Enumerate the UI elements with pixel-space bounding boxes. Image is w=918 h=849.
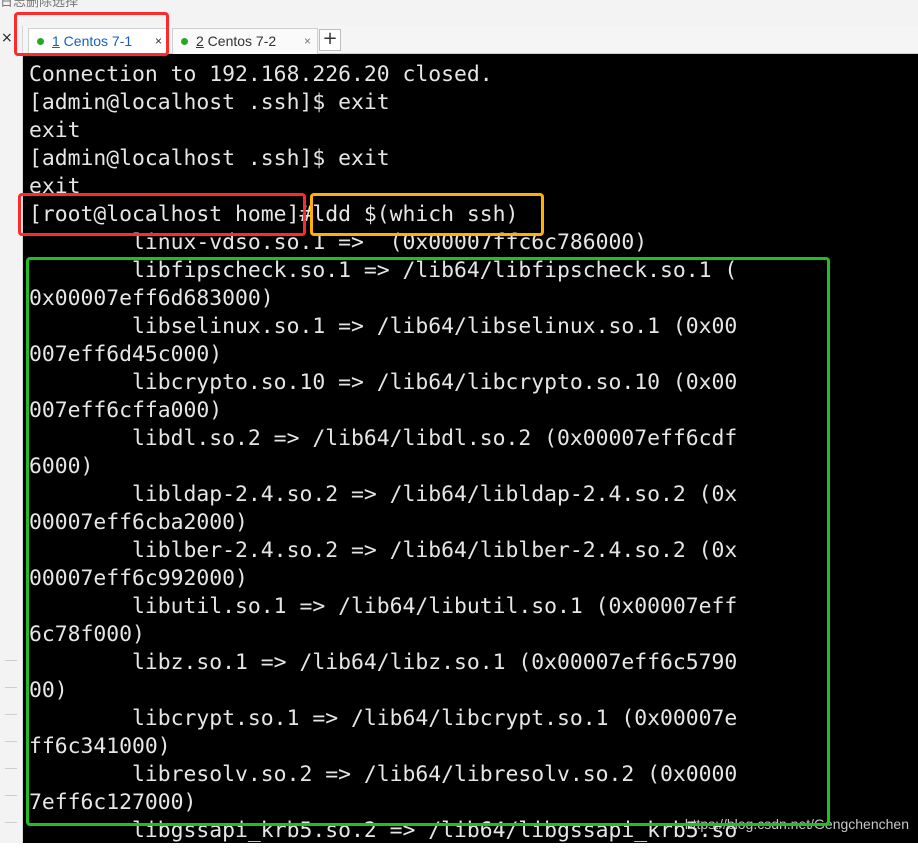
tab-centos-7-1[interactable]: 1 Centos 7-1 ×: [28, 28, 169, 54]
tab-centos-7-2[interactable]: 2 Centos 7-2 ×: [172, 28, 318, 54]
terminal-line: 00): [29, 678, 68, 703]
terminal-line: libfipscheck.so.1 => /lib64/libfipscheck…: [29, 258, 738, 283]
ldd-command: #ldd $(which ssh): [299, 202, 519, 227]
terminal-line: exit: [29, 118, 81, 143]
terminal-line: libgssapi_krb5.so.2 => /lib64/libgssapi_…: [29, 818, 738, 843]
terminal-line: liblber-2.4.so.2 => /lib64/liblber-2.4.s…: [29, 538, 738, 563]
terminal-line: Connection to 192.168.226.20 closed.: [29, 62, 493, 87]
root-prompt: [root@localhost home]: [29, 202, 300, 227]
terminal-line: [admin@localhost .ssh]$ exit: [29, 90, 390, 115]
terminal-line: libresolv.so.2 => /lib64/libresolv.so.2 …: [29, 762, 738, 787]
connected-status-icon: [37, 38, 44, 45]
terminal-line: 007eff6d45c000): [29, 342, 223, 367]
command-line: [root@localhost home]#ldd $(which ssh): [29, 201, 737, 229]
terminal-line: libselinux.so.1 => /lib64/libselinux.so.…: [29, 314, 738, 339]
terminal-line: ff6c341000): [29, 734, 171, 759]
close-icon[interactable]: ×: [1, 30, 13, 46]
terminal-line: libz.so.1 => /lib64/libz.so.1 (0x00007ef…: [29, 650, 738, 675]
new-tab-button[interactable]: +: [319, 29, 341, 51]
terminal-line: 00007eff6c992000): [29, 566, 248, 591]
terminal-line: libcrypto.so.10 => /lib64/libcrypto.so.1…: [29, 370, 738, 395]
terminal-line: 007eff6cffa000): [29, 398, 223, 423]
tab-label: 1 Centos 7-1: [52, 33, 133, 49]
session-tab-bar: 1 Centos 7-1 × 2 Centos 7-2 × +: [23, 26, 918, 54]
terminal-line: libdl.so.2 => /lib64/libdl.so.2 (0x00007…: [29, 426, 738, 451]
connected-status-icon: [181, 38, 188, 45]
tab-label: 2 Centos 7-2: [196, 33, 277, 49]
terminal-line: 7eff6c127000): [29, 790, 197, 815]
terminal-line: 0x00007eff6d683000): [29, 286, 274, 311]
left-gutter: ×: [0, 26, 23, 843]
terminal-line: exit: [29, 174, 81, 199]
terminal-output[interactable]: Connection to 192.168.226.20 closed. [ad…: [23, 54, 918, 843]
terminal-lines: Connection to 192.168.226.20 closed. [ad…: [29, 61, 737, 843]
terminal-line: libldap-2.4.so.2 => /lib64/libldap-2.4.s…: [29, 482, 738, 507]
terminal-line: linux-vdso.so.1 => (0x00007ffc6c786000): [29, 230, 648, 255]
window-title-fragment: 日志删除选择: [0, 0, 79, 10]
terminal-line: libutil.so.1 => /lib64/libutil.so.1 (0x0…: [29, 594, 738, 619]
tab-close-icon[interactable]: ×: [155, 29, 162, 53]
terminal-line: 6c78f000): [29, 622, 145, 647]
terminal-line: [admin@localhost .ssh]$ exit: [29, 146, 390, 171]
tab-close-icon[interactable]: ×: [304, 29, 311, 53]
window-title-strip: 日志删除选择: [0, 0, 918, 26]
terminal-line: 6000): [29, 454, 94, 479]
terminal-line: libcrypt.so.1 => /lib64/libcrypt.so.1 (0…: [29, 706, 738, 731]
terminal-line: 00007eff6cba2000): [29, 510, 248, 535]
gutter-marks: [5, 660, 17, 849]
watermark: https://blog.csdn.net/Gengchenchen: [684, 816, 909, 832]
